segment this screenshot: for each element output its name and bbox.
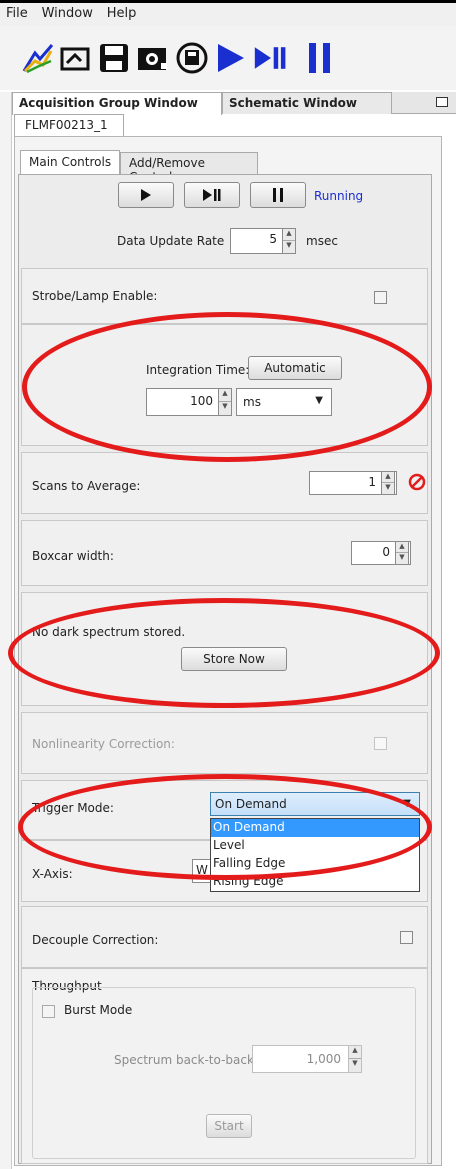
integration-unit-value: ms: [243, 395, 261, 409]
tab-device[interactable]: FLMF00213_1: [14, 114, 124, 136]
trigger-mode-select[interactable]: On Demand ▼: [210, 792, 420, 816]
play-small-icon: [141, 189, 151, 201]
window-tabs: Acquisition Group Window Schematic Windo…: [12, 92, 456, 115]
trigger-option-falling-edge[interactable]: Falling Edge: [211, 855, 419, 873]
nonlinearity-checkbox[interactable]: [374, 737, 387, 750]
pause-small-icon: [273, 188, 283, 202]
scans-spinner[interactable]: ▲ ▼: [381, 471, 395, 495]
tab-add-remove-controls[interactable]: Add/Remove Controls: [120, 152, 258, 184]
save-icon[interactable]: [96, 40, 132, 76]
step-icon[interactable]: [253, 40, 289, 76]
strobe-label: Strobe/Lamp Enable:: [32, 289, 158, 303]
burst-mode-label: Burst Mode: [64, 1003, 133, 1017]
nonlinearity-section: Nonlinearity Correction:: [21, 712, 428, 774]
tab-schematic[interactable]: Schematic Window: [222, 92, 392, 114]
disk-icon[interactable]: [174, 40, 210, 76]
play-button[interactable]: [118, 182, 174, 208]
pause-button[interactable]: [250, 182, 306, 208]
play-icon[interactable]: [212, 40, 248, 76]
trigger-option-rising-edge[interactable]: Rising Edge: [211, 873, 419, 891]
xaxis-label: X-Axis:: [32, 867, 73, 881]
step-button[interactable]: [184, 182, 240, 208]
integration-label: Integration Time:: [146, 363, 250, 377]
store-now-button[interactable]: Store Now: [181, 647, 287, 671]
chevron-down-icon: ▼: [403, 798, 411, 809]
decouple-checkbox[interactable]: [400, 931, 413, 944]
strobe-section: Strobe/Lamp Enable:: [21, 268, 428, 324]
b2b-label: Spectrum back-to-back: [114, 1053, 254, 1067]
scans-label: Scans to Average:: [32, 479, 141, 493]
automatic-button[interactable]: Automatic: [248, 356, 342, 380]
b2b-input[interactable]: 1,000: [252, 1045, 362, 1073]
throughput-section: Throughput Burst Mode Spectrum back-to-b…: [21, 968, 428, 1164]
integration-unit-select[interactable]: ms ▼: [236, 388, 332, 416]
menu-file[interactable]: File: [0, 3, 32, 21]
menu-window[interactable]: Window: [36, 3, 97, 21]
trigger-label: Trigger Mode:: [32, 801, 114, 815]
no-entry-icon[interactable]: [408, 473, 426, 491]
tab-main-controls[interactable]: Main Controls: [20, 150, 120, 174]
trigger-option-level[interactable]: Level: [211, 837, 419, 855]
tab-acquisition-group[interactable]: Acquisition Group Window: [12, 92, 222, 115]
integration-section: Integration Time: Automatic 100 ▲ ▼ ms ▼: [21, 324, 428, 446]
acquisition-status: Running: [314, 189, 364, 203]
maximize-icon[interactable]: [436, 97, 448, 107]
chevron-down-icon: ▼: [315, 395, 323, 406]
b2b-spinner[interactable]: ▲ ▼: [348, 1045, 362, 1073]
open-icon[interactable]: [58, 40, 94, 76]
start-button[interactable]: Start: [206, 1114, 252, 1138]
trigger-mode-dropdown: On Demand Level Falling Edge Rising Edge: [210, 818, 420, 892]
step-small-icon: [203, 189, 221, 201]
menu-bar: File Window Help: [0, 0, 456, 26]
scans-section: Scans to Average: 1 ▲ ▼: [21, 452, 428, 514]
boxcar-label: Boxcar width:: [32, 549, 114, 563]
toolbar: [0, 26, 456, 90]
data-update-rate-label: Data Update Rate: [117, 234, 225, 248]
boxcar-section: Boxcar width: 0 ▲ ▼: [21, 520, 428, 586]
dark-spectrum-message: No dark spectrum stored.: [32, 625, 186, 639]
rate-unit: msec: [306, 234, 338, 248]
pause-icon[interactable]: [302, 40, 338, 76]
burst-mode-checkbox[interactable]: [42, 1005, 55, 1018]
camera-icon[interactable]: [134, 40, 170, 76]
window-frame: [0, 92, 12, 1169]
dark-spectrum-section: No dark spectrum stored. Store Now: [21, 592, 428, 706]
spectrum-wizard-icon[interactable]: [20, 40, 56, 76]
boxcar-spinner[interactable]: ▲ ▼: [395, 541, 409, 565]
trigger-option-on-demand[interactable]: On Demand: [211, 819, 419, 837]
menu-help[interactable]: Help: [101, 3, 141, 21]
integration-spinner[interactable]: ▲ ▼: [218, 388, 232, 416]
nonlinearity-label: Nonlinearity Correction:: [32, 737, 175, 751]
decouple-label: Decouple Correction:: [32, 933, 159, 947]
strobe-checkbox[interactable]: [374, 291, 387, 304]
decouple-section: Decouple Correction:: [21, 906, 428, 968]
trigger-mode-value: On Demand: [215, 797, 287, 811]
rate-spinner[interactable]: ▲ ▼: [282, 228, 296, 254]
